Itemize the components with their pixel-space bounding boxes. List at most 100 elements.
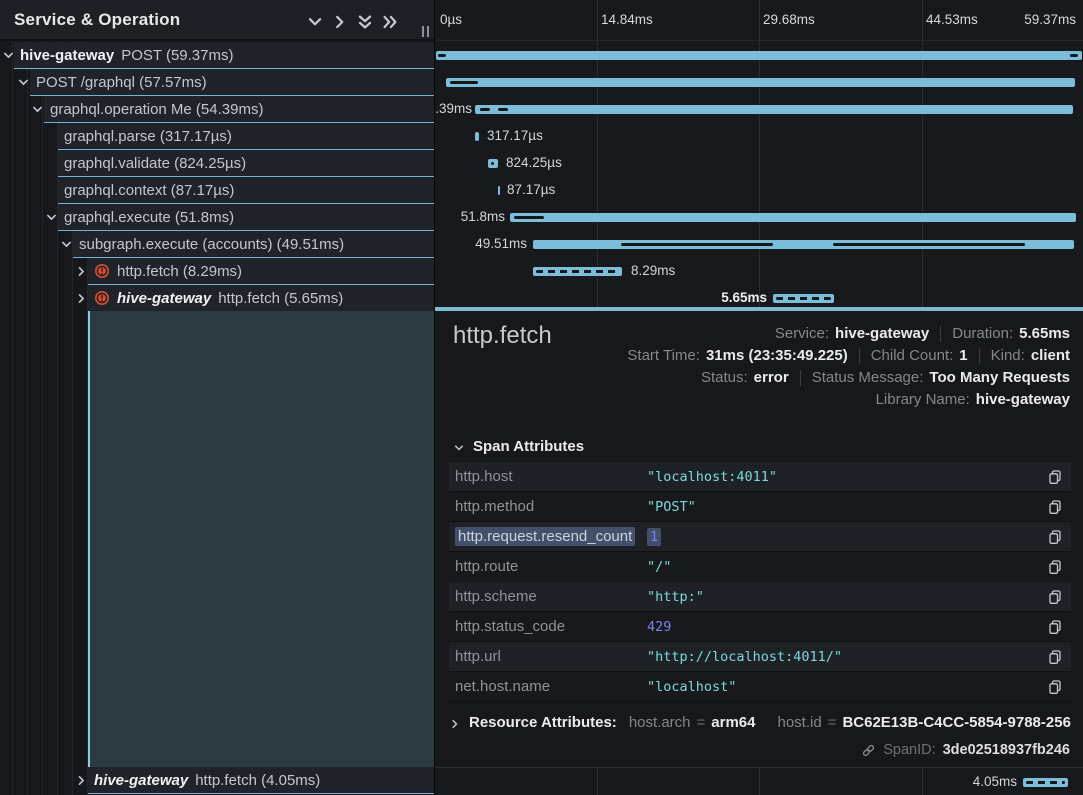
tree-row-selected[interactable]: hive-gateway http.fetch (5.65ms) — [0, 285, 434, 312]
timeline-row: 317.17µs — [435, 123, 1083, 150]
attribute-row[interactable]: net.host.name "localhost" — [449, 672, 1071, 702]
meta-line: Library Name: hive-gateway — [876, 391, 1070, 408]
span-attributes-header[interactable]: Span Attributes — [453, 438, 584, 455]
collapse-all-icon[interactable] — [356, 13, 374, 31]
span-bar-selected[interactable] — [773, 294, 834, 303]
expand-one-icon[interactable] — [331, 13, 349, 31]
axis-separator — [435, 40, 1083, 41]
tree-row[interactable]: graphql.context (87.17µs) — [0, 177, 434, 204]
span-detail-panel: http.fetch Service: hive-gateway Duratio… — [435, 311, 1083, 767]
tree-row[interactable]: graphql.operation Me (54.39ms) — [0, 96, 434, 123]
resource-attributes-row[interactable]: Resource Attributes: host.arch = arm64 h… — [449, 714, 1071, 731]
row-label: graphql.operation Me (54.39ms) — [50, 101, 263, 118]
copy-icon[interactable] — [1047, 649, 1063, 665]
meta-value: Too Many Requests — [929, 369, 1070, 386]
span-bar[interactable] — [436, 51, 1082, 60]
meta-line: Status: error Status Message: Too Many R… — [701, 369, 1070, 386]
link-icon[interactable] — [861, 743, 876, 758]
span-bar-error[interactable] — [1023, 778, 1068, 787]
copy-icon[interactable] — [1047, 529, 1063, 545]
duration-label: 824.25µs — [506, 155, 562, 170]
meta-label: Kind: — [991, 347, 1025, 364]
collapse-one-icon[interactable] — [306, 13, 324, 31]
tree-row[interactable]: graphql.execute (51.8ms) — [0, 204, 434, 231]
span-id-row: SpanID: 3de02518937fb246 — [861, 742, 1070, 758]
tree-row[interactable]: hive-gateway http.fetch (4.05ms) — [0, 767, 434, 794]
chevron-down-icon[interactable] — [45, 211, 58, 224]
row-label: http.fetch (8.29ms) — [117, 263, 242, 280]
tree-header: Service & Operation — [0, 0, 434, 41]
attribute-row[interactable]: http.host "localhost:4011" — [449, 462, 1071, 492]
tree-row[interactable]: POST /graphql (57.57ms) — [0, 69, 434, 96]
copy-icon[interactable] — [1047, 679, 1063, 695]
attribute-row[interactable]: http.scheme "http:" — [449, 582, 1071, 612]
tree-row[interactable]: subgraph.execute (accounts) (49.51ms) — [0, 231, 434, 258]
chevron-down-icon[interactable] — [60, 238, 73, 251]
attribute-row[interactable]: http.route "/" — [449, 552, 1071, 582]
span-bar[interactable] — [488, 159, 498, 168]
attribute-row-selected[interactable]: http.request.resend_count 1 — [449, 522, 1071, 552]
tree-row[interactable]: http.fetch (8.29ms) — [0, 258, 434, 285]
gridline — [922, 768, 923, 795]
tree-row[interactable]: graphql.validate (824.25µs) — [0, 150, 434, 177]
row-label: POST /graphql (57.57ms) — [36, 74, 207, 91]
panel-resize-handle[interactable] — [420, 24, 432, 38]
row-label: graphql.validate (824.25µs) — [64, 155, 246, 172]
duration-label: 5.65ms — [721, 290, 767, 305]
trace-viewer: Service & Operation hive-gatewayPOST (59… — [0, 0, 1083, 795]
attribute-row[interactable]: http.status_code 429 — [449, 612, 1071, 642]
span-bar[interactable] — [498, 186, 500, 195]
error-icon — [94, 263, 110, 279]
timeline-panel: 0µs 14.84ms 29.68ms 44.53ms 59.37ms 54.3… — [434, 0, 1083, 795]
timeline-row: 8.29ms — [435, 258, 1083, 285]
error-icon — [94, 290, 110, 306]
copy-icon[interactable] — [1047, 469, 1063, 485]
chevron-right-icon[interactable] — [75, 774, 88, 787]
axis-tick: 59.37ms — [1024, 12, 1076, 27]
tree-row-root[interactable]: hive-gatewayPOST (59.37ms) — [0, 42, 434, 69]
chevron-right-icon[interactable] — [75, 265, 88, 278]
span-bar[interactable] — [475, 105, 1073, 114]
meta-value: hive-gateway — [976, 391, 1070, 408]
meta-label: Duration: — [952, 325, 1013, 342]
attr-value: "POST" — [647, 499, 696, 515]
timeline-row: 49.51ms — [435, 231, 1083, 258]
meta-value: error — [754, 369, 789, 386]
timeline-row: 4.05ms — [435, 767, 1083, 795]
copy-icon[interactable] — [1047, 619, 1063, 635]
panel-title: Service & Operation — [14, 10, 180, 30]
span-bar-error[interactable] — [533, 267, 622, 276]
row-label: graphql.parse (317.17µs) — [64, 128, 232, 145]
span-bar[interactable] — [510, 213, 1076, 222]
copy-icon[interactable] — [1047, 589, 1063, 605]
chevron-down-icon[interactable] — [17, 76, 30, 89]
attr-key: http.scheme — [449, 588, 647, 605]
meta-value: client — [1031, 347, 1070, 364]
axis-tick: 0µs — [440, 12, 462, 27]
timeline-row: 87.17µs — [435, 177, 1083, 204]
chevron-down-icon[interactable] — [31, 103, 44, 116]
row-label: POST (59.37ms) — [121, 47, 233, 64]
span-title: http.fetch — [453, 322, 552, 350]
copy-icon[interactable] — [1047, 559, 1063, 575]
meta-value: 1 — [959, 347, 967, 364]
span-bar[interactable] — [475, 132, 479, 141]
attribute-row[interactable]: http.url "http://localhost:4011/" — [449, 642, 1071, 672]
span-bar[interactable] — [446, 78, 1075, 87]
equals-sign: = — [697, 714, 706, 731]
copy-icon[interactable] — [1047, 499, 1063, 515]
expand-all-icon[interactable] — [381, 13, 399, 31]
chevron-down-icon — [453, 441, 465, 453]
attr-key: http.url — [449, 648, 647, 665]
selected-span-expansion — [88, 311, 434, 767]
tree-row[interactable]: graphql.parse (317.17µs) — [0, 123, 434, 150]
meta-label: Library Name: — [876, 391, 970, 408]
attr-value: 1 — [647, 528, 661, 546]
resource-value: arm64 — [711, 714, 755, 731]
attribute-row[interactable]: http.method "POST" — [449, 492, 1071, 522]
span-bar[interactable] — [533, 240, 1074, 249]
row-service: hive-gateway — [94, 772, 188, 789]
timeline-row: 54.39ms — [435, 96, 1083, 123]
attr-key: http.status_code — [449, 618, 647, 635]
chevron-right-icon[interactable] — [75, 292, 88, 305]
